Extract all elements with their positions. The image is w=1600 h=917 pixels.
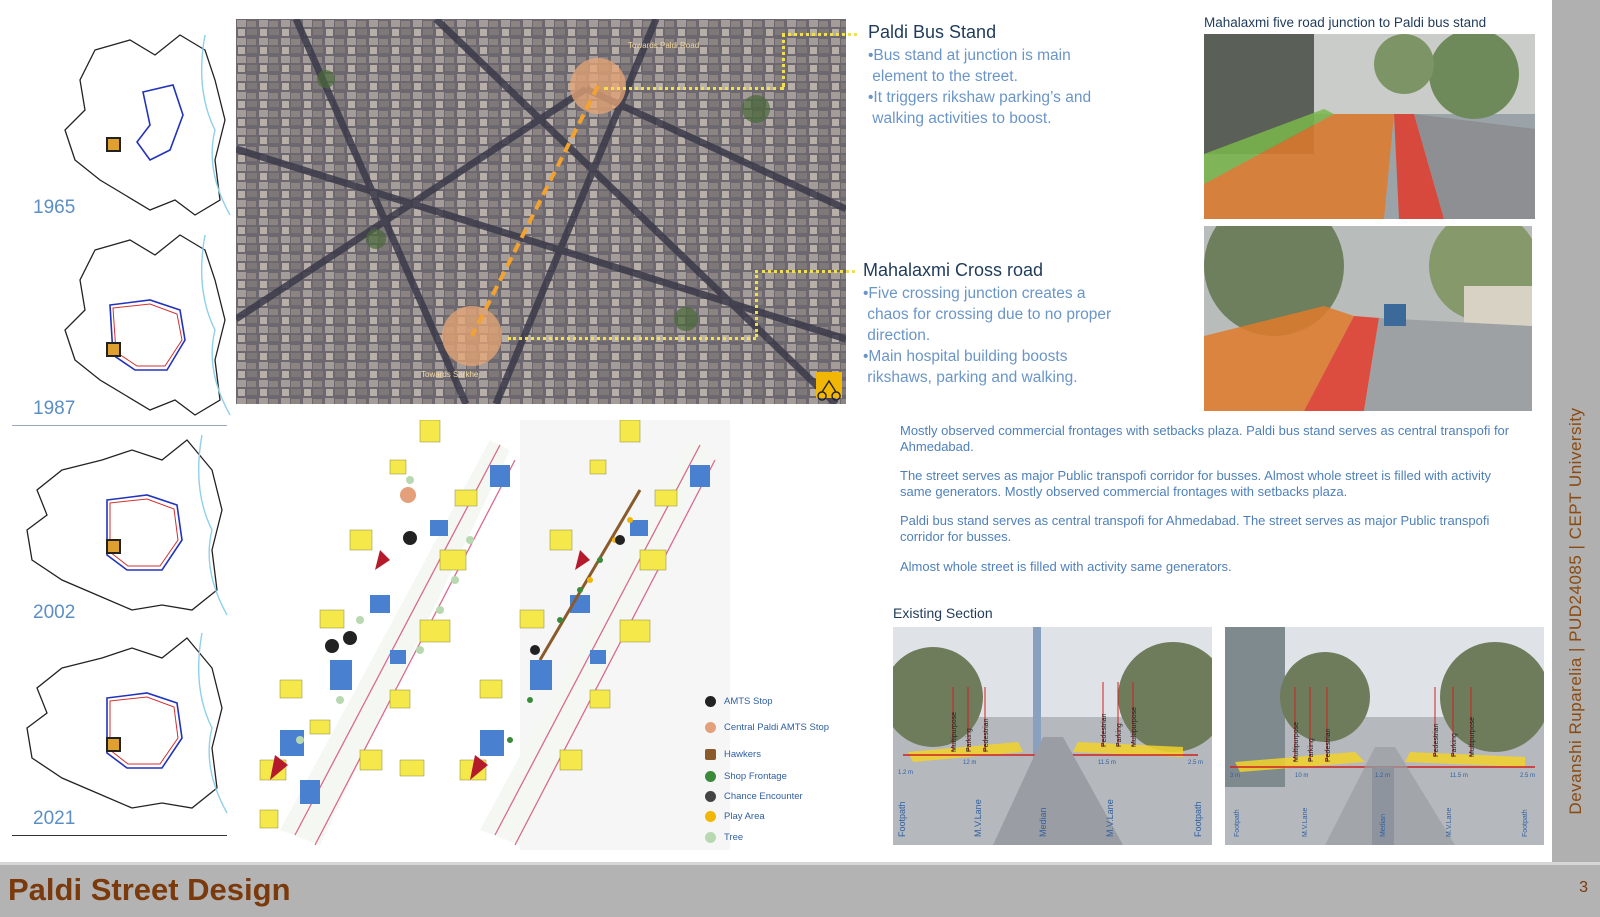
section-right-dim: 1.2 m (1375, 773, 1390, 779)
photo-caption: Mahalaxmi five road junction to Paldi bu… (1204, 15, 1487, 30)
section-right-dim: 3 m (1230, 773, 1240, 779)
section-left-dim: 1.2 m (898, 770, 913, 776)
page-number: 3 (1579, 879, 1588, 896)
year-label-2021: 2021 (33, 808, 76, 829)
section-left-label-footpath-2: Footpath (1193, 801, 1203, 837)
tree-icon (705, 832, 716, 843)
timeline-baseline (12, 835, 227, 836)
legend-item-play-area: Play Area (705, 811, 765, 822)
legend-item-tree: Tree (705, 832, 743, 843)
connector-busstand-b (782, 33, 785, 87)
section-right-top-pedestrian-2: Pedestrian (1433, 723, 1440, 757)
description-paragraph: Mostly observed commercial frontages wit… (900, 423, 1510, 454)
play-area-icon (705, 811, 716, 822)
section-left-label-median: Median (1038, 807, 1048, 837)
section-right-top-multipurpose: Multipurpose (1293, 722, 1300, 762)
section-right-dim: 10 m (1295, 773, 1308, 779)
section-left-label-footpath: Footpath (897, 801, 907, 837)
callout-mahalaxmi-line: direction. (863, 327, 931, 344)
section-right-label-footpath-2: Footpath (1522, 809, 1529, 837)
section-left-dim: 11.5 m (1098, 760, 1116, 766)
callout-mahalaxmi-line: rikshaws, parking and walking. (863, 369, 1078, 386)
section-left-top-multipurpose-2: Multipurpose (1131, 707, 1138, 747)
section-right-top-multipurpose-2: Multipurpose (1469, 717, 1476, 757)
section-left-label-mvlane-2: M.V.Lane (1105, 799, 1115, 837)
street-plan-map-right (459, 420, 730, 850)
author-credit-text: Devanshi Ruparelia | PUD24085 | CEPT Uni… (1566, 407, 1585, 815)
page-title: Paldi Street Design (8, 872, 291, 907)
callout-bus-stand-line: walking activities to boost. (868, 110, 1052, 127)
section-right-top-parking: Parking (1308, 738, 1315, 762)
callout-bus-stand-line: •It triggers rikshaw parking’s and (868, 89, 1092, 106)
chance-encounter-icon (705, 791, 716, 802)
section-photo-left: Footpath M.V.Lane Median M.V.Lane Footpa… (893, 627, 1212, 845)
year-label-2002: 2002 (33, 602, 76, 623)
legend-item-hawkers: Hawkers (705, 749, 761, 760)
section-left-top-pedestrian-2: Pedestrian (1101, 713, 1108, 747)
amts-stop-icon (705, 696, 716, 707)
callout-title-bus-stand: Paldi Bus Stand (868, 22, 997, 42)
central-stop-icon (705, 722, 716, 733)
author-credit: Devanshi Ruparelia | PUD24085 | CEPT Uni… (1553, 0, 1599, 862)
city-map-2021 (26, 632, 228, 814)
section-right-label-mvlane-2: M.V.Lane (1446, 808, 1453, 837)
street-photo-top (1204, 34, 1535, 219)
description-paragraph: The street serves as major Public transp… (900, 468, 1491, 499)
city-map-2002 (26, 434, 228, 616)
section-left-label-mvlane: M.V.Lane (973, 799, 983, 837)
section-photo-right: Footpath M.V.Lane Median M.V.Lane Footpa… (1225, 627, 1544, 845)
connector-busstand-c (782, 33, 857, 36)
aerial-satellite-map: Towards Paldi Road Towards Sarkhej (236, 19, 846, 404)
callout-title-mahalaxmi: Mahalaxmi Cross road (863, 260, 1044, 280)
legend-item-chance-encounter: Chance Encounter (705, 791, 803, 802)
connector-busstand-a (604, 87, 784, 90)
callout-mahalaxmi-line: chaos for crossing due to no proper (863, 306, 1112, 323)
aerial-label-bottom: Towards Sarkhej (421, 370, 480, 379)
hawker-icon (705, 749, 716, 760)
legend-item-central-stop: Central Paldi AMTS Stop (705, 722, 829, 733)
connector-mahalaxmi-a (508, 337, 756, 340)
footer-bar: Paldi Street Design 3 (0, 862, 1600, 917)
section-right-dim: 11.5 m (1450, 773, 1468, 779)
city-map-1965 (64, 34, 231, 216)
section-right-top-pedestrian: Pedestrian (1325, 728, 1332, 762)
section-right-label-footpath: Footpath (1234, 809, 1241, 837)
legend-item-shop-frontage: Shop Frontage (705, 771, 787, 782)
callout-bus-stand-line: element to the street. (868, 68, 1018, 85)
city-map-1987 (64, 234, 231, 416)
aerial-label-top: Towards Paldi Road (628, 41, 699, 50)
section-right-top-parking-2: Parking (1451, 733, 1458, 757)
section-left-top-parking: Parking (966, 728, 973, 752)
callout-mahalaxmi-line: •Main hospital building boosts (863, 348, 1068, 365)
section-left-dim: 2.5 m (1188, 760, 1203, 766)
section-right-dim: 2.5 m (1520, 773, 1535, 779)
connector-mahalaxmi-c (755, 270, 855, 273)
section-left-top-parking-2: Parking (1116, 723, 1123, 747)
section-left-top-multipurpose: Multipurpose (951, 712, 958, 752)
section-right-label-median: Median (1380, 814, 1387, 837)
section-left-top-pedestrian: Pedestrian (983, 718, 990, 752)
section-right-label-mvlane: M.V.Lane (1302, 808, 1309, 837)
timeline-divider (12, 425, 227, 426)
section-left-dim: 12 m (963, 760, 976, 766)
section-title: Existing Section (893, 605, 993, 621)
callout-bus-stand-line: •Bus stand at junction is main (868, 47, 1071, 64)
description-paragraph: Paldi bus stand serves as central transp… (900, 513, 1490, 544)
year-label-1965: 1965 (33, 197, 76, 218)
callout-mahalaxmi-line: •Five crossing junction creates a (863, 285, 1086, 302)
shop-frontage-icon (705, 771, 716, 782)
connector-mahalaxmi-b (755, 270, 758, 337)
legend-item-amts-stop: AMTS Stop (705, 696, 773, 707)
year-label-1987: 1987 (33, 398, 76, 419)
street-photo-bottom (1204, 226, 1532, 411)
description-paragraph: Almost whole street is filled with activ… (900, 559, 1232, 574)
